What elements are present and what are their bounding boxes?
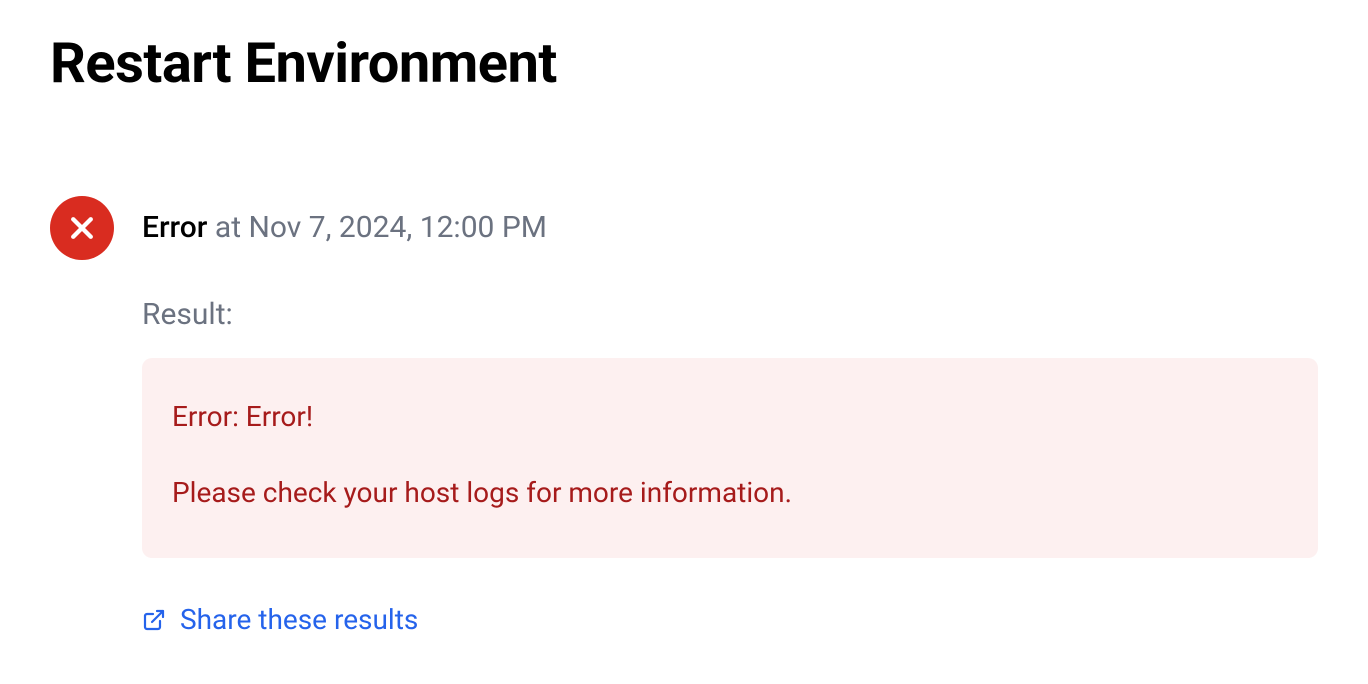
error-icon (50, 196, 114, 260)
status-row: Error at Nov 7, 2024, 12:00 PM Result: E… (50, 196, 1318, 636)
external-link-icon (142, 608, 166, 632)
result-error-line: Error: Error! (172, 396, 1288, 438)
share-link-label: Share these results (180, 603, 418, 636)
result-label: Result: (142, 297, 1318, 332)
status-label: Error (142, 210, 207, 245)
result-message-line: Please check your host logs for more inf… (172, 472, 1288, 514)
status-heading: Error at Nov 7, 2024, 12:00 PM (142, 210, 1318, 245)
share-results-link[interactable]: Share these results (142, 603, 418, 636)
status-content: Error at Nov 7, 2024, 12:00 PM Result: E… (142, 196, 1318, 636)
status-timestamp: at Nov 7, 2024, 12:00 PM (215, 210, 547, 245)
result-box: Error: Error! Please check your host log… (142, 358, 1318, 558)
page-title: Restart Environment (50, 30, 1318, 96)
